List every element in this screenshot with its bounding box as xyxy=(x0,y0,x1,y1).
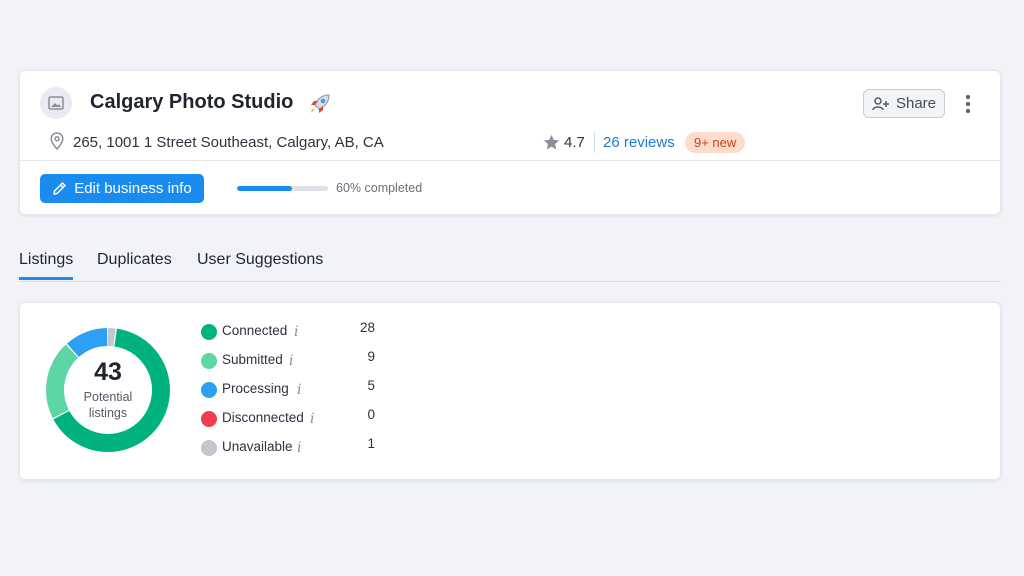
more-vertical-icon[interactable] xyxy=(958,93,978,115)
legend-row-connected: Connected i 28 xyxy=(201,320,401,342)
listings-card: 43 Potential listings Connected i 28 Sub… xyxy=(19,302,1001,480)
donut-caption: Potential listings xyxy=(46,389,170,421)
donut-caption-line1: Potential xyxy=(83,390,133,404)
share-button[interactable]: Share xyxy=(863,89,945,118)
legend-row-submitted: Submitted i 9 xyxy=(201,349,401,371)
card-divider xyxy=(20,160,1000,161)
add-user-icon xyxy=(872,96,889,110)
rating-divider xyxy=(594,132,595,153)
progress-fill xyxy=(237,186,292,191)
legend-value: 9 xyxy=(367,349,375,364)
tab-listings[interactable]: Listings xyxy=(19,251,74,280)
share-button-label: Share xyxy=(895,95,937,112)
legend-label: Unavailable xyxy=(222,439,293,454)
completion-progress-bar xyxy=(237,186,328,191)
legend-row-unavailable: Unavailable i 1 xyxy=(201,436,401,458)
legend-label: Processing xyxy=(222,381,289,396)
info-icon[interactable]: i xyxy=(289,353,293,369)
status-dot xyxy=(201,382,217,398)
pencil-icon xyxy=(53,182,66,195)
tab-bar: Listings Duplicates User Suggestions xyxy=(19,248,1001,282)
legend-row-processing: Processing i 5 xyxy=(201,378,401,400)
progress-label: 60% completed xyxy=(336,181,423,195)
business-address: 265, 1001 1 Street Southeast, Calgary, A… xyxy=(73,134,384,151)
legend-label: Connected xyxy=(222,323,288,338)
business-photo-placeholder[interactable] xyxy=(40,87,72,119)
info-icon[interactable]: i xyxy=(310,411,314,427)
rating-value: 4.7 xyxy=(564,134,585,151)
info-icon[interactable]: i xyxy=(294,324,298,340)
edit-business-info-button[interactable]: Edit business info xyxy=(40,174,204,203)
star-icon xyxy=(543,134,560,150)
map-pin-icon xyxy=(50,132,64,150)
status-dot xyxy=(201,411,217,427)
legend-value: 0 xyxy=(367,407,375,422)
donut-caption-line2: listings xyxy=(88,406,128,420)
image-icon xyxy=(48,96,64,110)
legend-value: 1 xyxy=(367,436,375,451)
business-card: Calgary Photo Studio Share 265, 1001 1 S… xyxy=(19,70,1001,215)
info-icon[interactable]: i xyxy=(297,382,301,398)
rocket-icon xyxy=(310,94,330,113)
info-icon[interactable]: i xyxy=(297,440,301,456)
tab-user-suggestions[interactable]: User Suggestions xyxy=(197,251,323,269)
reviews-link[interactable]: 26 reviews xyxy=(603,134,675,151)
new-reviews-badge: 9+ new xyxy=(685,132,746,153)
legend-label: Submitted xyxy=(222,352,283,367)
edit-button-label: Edit business info xyxy=(74,180,192,197)
legend-value: 5 xyxy=(367,378,375,393)
status-dot xyxy=(201,440,217,456)
legend-row-disconnected: Disconnected i 0 xyxy=(201,407,401,429)
tab-duplicates[interactable]: Duplicates xyxy=(97,251,172,269)
legend-value: 28 xyxy=(359,320,375,335)
donut-total: 43 xyxy=(94,358,122,386)
legend-label: Disconnected xyxy=(222,410,304,425)
status-dot xyxy=(201,324,217,340)
status-dot xyxy=(201,353,217,369)
business-name: Calgary Photo Studio xyxy=(90,91,294,113)
